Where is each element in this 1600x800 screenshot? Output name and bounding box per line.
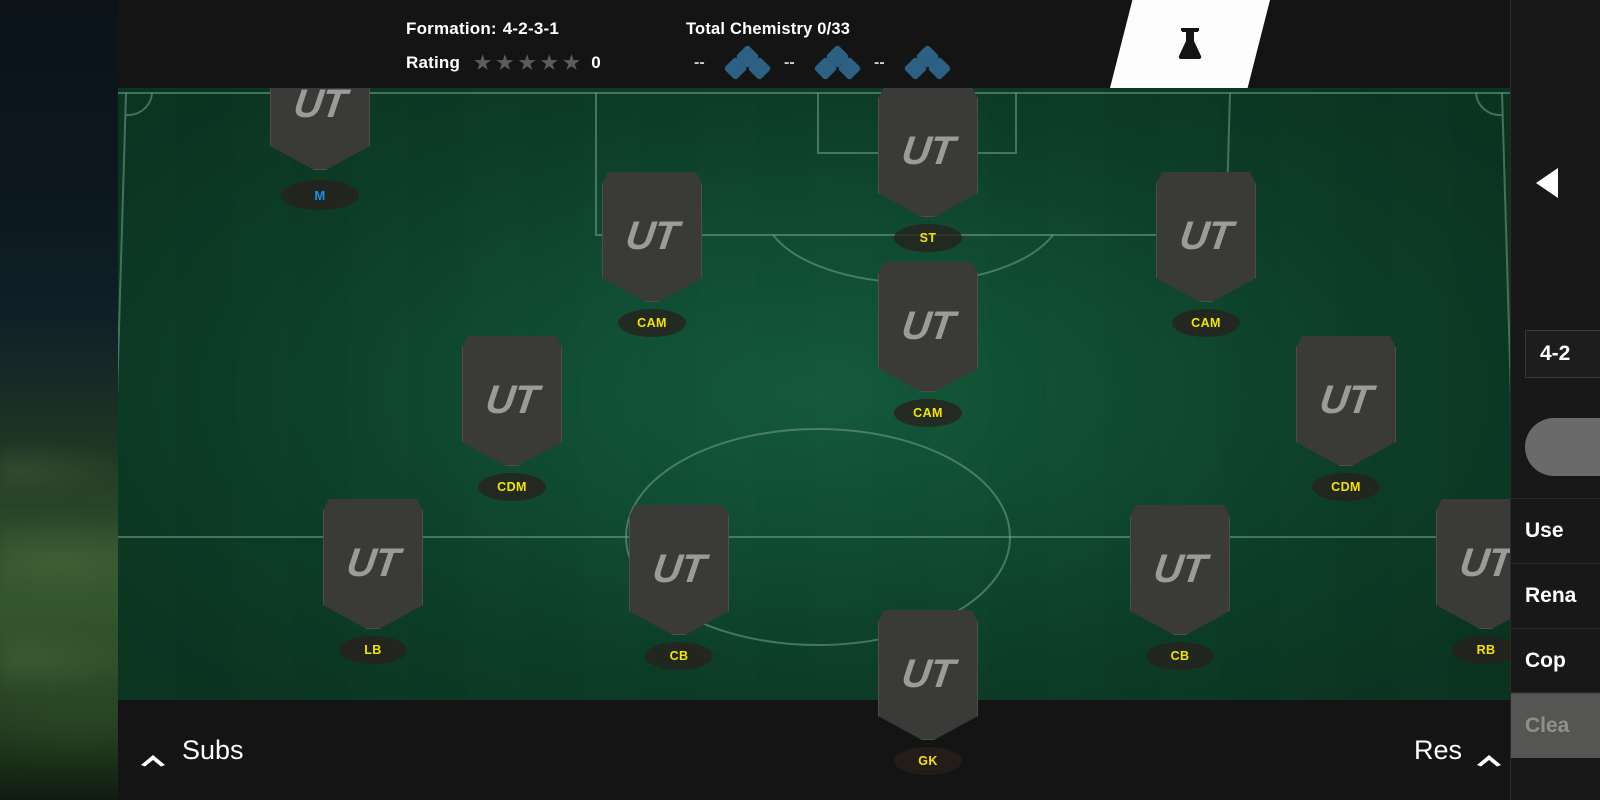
chemistry-item: -- — [686, 44, 776, 81]
chevron-up-icon — [140, 743, 166, 767]
player-slot-cam-left[interactable]: UT CAM — [602, 170, 702, 337]
menu-item-label: Cop — [1525, 648, 1566, 672]
player-card[interactable]: UT — [1296, 336, 1396, 466]
player-card[interactable]: UT — [878, 87, 978, 217]
menu-item-label: Clea — [1525, 714, 1570, 737]
card-logo: UT — [1457, 540, 1510, 585]
player-slot-gk[interactable]: UT GK — [878, 608, 978, 775]
card-logo: UT — [899, 303, 957, 348]
position-label: CB — [1146, 642, 1214, 670]
reserves-label: Res — [1413, 734, 1462, 765]
card-logo: UT — [344, 540, 402, 585]
menu-item-label: Rena — [1525, 584, 1577, 607]
player-card[interactable]: UT — [323, 499, 423, 629]
chemistry-value: -- — [784, 54, 795, 71]
card-logo: UT — [291, 81, 349, 126]
diamond-cluster-icon — [810, 44, 866, 81]
position-label: CAM — [894, 399, 962, 427]
flask-icon — [1175, 26, 1205, 62]
card-logo: UT — [650, 546, 708, 591]
chemistry-info: Total Chemistry 0/33 -- -- -- — [686, 12, 956, 81]
menu-item-use[interactable]: Use — [1511, 498, 1600, 563]
chemistry-item: -- — [776, 44, 866, 81]
card-logo: UT — [1317, 377, 1375, 422]
menu-item-label: Use — [1525, 519, 1564, 542]
player-card[interactable]: UT — [629, 505, 729, 635]
card-logo: UT — [1151, 546, 1209, 591]
player-card[interactable]: UT — [1130, 505, 1230, 635]
formation-selector-value: 4-2 — [1540, 342, 1571, 365]
position-label: LB — [339, 636, 407, 664]
sidebar-menu: Use Rena Cop Clea — [1511, 498, 1600, 758]
app-root: Formation: 4-2-3-1 Rating ★ ★ ★ ★ ★ 0 To… — [0, 0, 1600, 800]
player-slot-rb[interactable]: UT RB — [1436, 497, 1510, 664]
chemistry-breakdown: -- -- -- — [686, 44, 956, 81]
star-icon: ★ — [474, 52, 492, 74]
menu-item-clear[interactable]: Clea — [1511, 693, 1600, 758]
position-label: GK — [894, 747, 962, 775]
formation-info: Formation: 4-2-3-1 Rating ★ ★ ★ ★ ★ 0 — [406, 12, 601, 80]
right-sidebar: 4-2 Use Rena Cop Clea — [1510, 0, 1600, 800]
formation-label: Formation: — [406, 19, 497, 38]
diamond-cluster-icon — [900, 44, 956, 81]
card-logo: UT — [899, 651, 957, 696]
subs-button[interactable]: Subs — [118, 700, 336, 800]
player-slot-cdm-right[interactable]: UT CDM — [1296, 334, 1396, 501]
rating-stars: ★ ★ ★ ★ ★ — [474, 54, 580, 73]
position-label: ST — [894, 224, 962, 252]
player-slot-cb-right[interactable]: UT CB — [1130, 503, 1230, 670]
position-label: M — [281, 180, 359, 210]
position-label: CDM — [478, 473, 546, 501]
position-label: CDM — [1312, 473, 1380, 501]
total-chemistry-label: Total Chemistry 0/33 — [686, 19, 851, 38]
position-label: CAM — [618, 309, 686, 337]
star-icon: ★ — [496, 52, 514, 74]
player-slot-cam-right[interactable]: UT CAM — [1156, 170, 1256, 337]
rating-value: 0 — [591, 53, 601, 72]
diamond-cluster-icon — [720, 44, 776, 81]
player-slot-cdm-left[interactable]: UT CDM — [462, 334, 562, 501]
position-label: CAM — [1172, 309, 1240, 337]
card-logo: UT — [1177, 213, 1235, 258]
player-slot-cam-center[interactable]: UT CAM — [878, 260, 978, 427]
chemistry-item: -- — [866, 44, 956, 81]
reserves-button[interactable]: Res — [1292, 700, 1510, 800]
menu-item-rename[interactable]: Rena — [1511, 563, 1600, 628]
player-slot-cb-left[interactable]: UT CB — [629, 503, 729, 670]
player-card[interactable]: UT — [1436, 499, 1510, 629]
formation-selector[interactable]: 4-2 — [1525, 330, 1600, 378]
formation-value: 4-2-3-1 — [502, 19, 559, 38]
card-logo: UT — [623, 213, 681, 258]
player-card[interactable]: UT — [1156, 172, 1256, 302]
triangle-left-icon — [1536, 168, 1558, 198]
player-slot-st[interactable]: UT ST — [878, 85, 978, 252]
player-card[interactable]: UT — [878, 262, 978, 392]
card-logo: UT — [899, 128, 957, 173]
sidebar-pill-button[interactable] — [1525, 418, 1600, 476]
star-icon: ★ — [540, 52, 559, 74]
position-label: CB — [645, 642, 713, 670]
player-slot-lb[interactable]: UT LB — [323, 497, 423, 664]
rating-line: Rating ★ ★ ★ ★ ★ 0 — [406, 46, 601, 80]
menu-item-copy[interactable]: Cop — [1511, 628, 1600, 693]
tab-squad-lab[interactable] — [1110, 0, 1270, 88]
chemistry-value: -- — [694, 54, 705, 71]
squad-panel: Formation: 4-2-3-1 Rating ★ ★ ★ ★ ★ 0 To… — [118, 0, 1510, 800]
collapse-sidebar-button[interactable] — [1525, 160, 1569, 206]
formation-line: Formation: 4-2-3-1 — [406, 12, 601, 46]
subs-label: Subs — [182, 734, 244, 765]
chevron-up-icon — [1476, 743, 1502, 767]
star-icon: ★ — [563, 52, 581, 74]
star-icon: ★ — [518, 52, 536, 74]
player-card[interactable]: UT — [602, 172, 702, 302]
squad-info-bar: Formation: 4-2-3-1 Rating ★ ★ ★ ★ ★ 0 To… — [118, 0, 1510, 88]
card-logo: UT — [483, 377, 541, 422]
player-card[interactable]: UT — [878, 610, 978, 740]
chemistry-value: -- — [874, 54, 885, 71]
player-card[interactable]: UT — [462, 336, 562, 466]
rating-label: Rating — [406, 53, 461, 72]
